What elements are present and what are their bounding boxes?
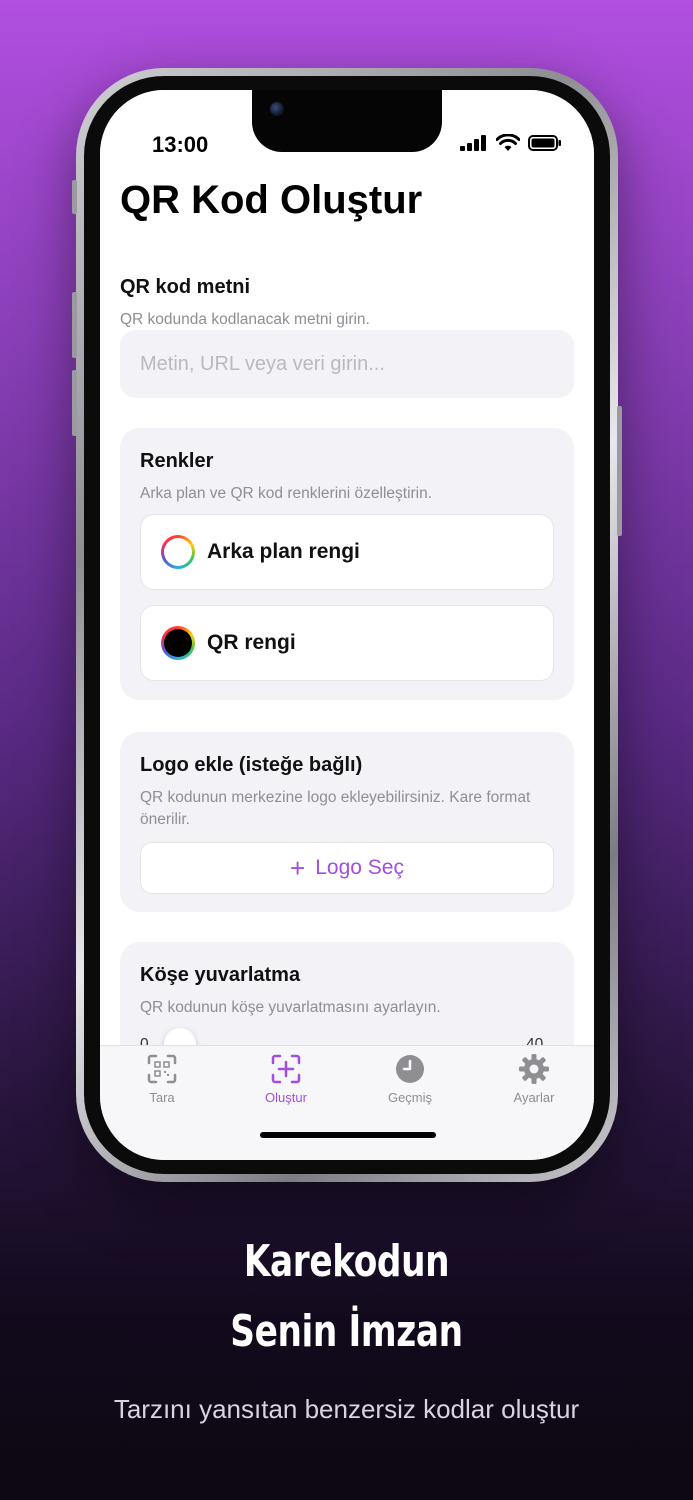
create-screen: QR Kod Oluştur QR kod metni QR kodunda k…	[100, 90, 594, 1045]
logo-card: Logo ekle (isteğe bağlı) QR kodunun merk…	[120, 732, 574, 912]
select-logo-button[interactable]: + Logo Seç	[140, 842, 554, 894]
tab-settings-label: Ayarlar	[513, 1090, 555, 1105]
cellular-signal-icon	[460, 135, 486, 151]
status-icons	[460, 134, 562, 152]
corner-radius-card: Köşe yuvarlatma QR kodunun köşe yuvarlat…	[120, 942, 574, 1045]
background-color-row[interactable]: Arka plan rengi	[140, 514, 554, 590]
qr-text-label: QR kod metni	[120, 276, 251, 298]
tab-history-label: Geçmiş	[387, 1090, 433, 1105]
plus-icon: +	[290, 853, 306, 883]
slider-min-label: 0	[140, 1036, 149, 1045]
background-color-label: Arka plan rengi	[207, 540, 360, 563]
power-button	[617, 406, 622, 536]
volume-up-button	[72, 292, 77, 358]
tab-create[interactable]: Oluştur	[231, 1054, 341, 1105]
clock-icon	[396, 1055, 424, 1083]
tab-create-label: Oluştur	[265, 1090, 307, 1105]
colors-card: Renkler Arka plan ve QR kod renklerini ö…	[120, 428, 574, 700]
battery-icon	[528, 135, 561, 151]
promo-tagline: Tarzını yansıtan benzersiz kodlar oluştu…	[113, 1394, 580, 1424]
tab-scan-label: Tara	[149, 1090, 175, 1105]
tab-settings[interactable]: Ayarlar	[479, 1054, 589, 1105]
logo-subtitle: QR kodunun merkezine logo ekleyebilirsin…	[140, 789, 531, 828]
slider-max-label: 40	[526, 1036, 544, 1045]
color-wheel-icon	[161, 535, 195, 569]
volume-down-button	[72, 370, 77, 436]
select-logo-label: Logo Seç	[315, 856, 404, 879]
phone-frame: QR Kod Oluştur QR kod metni QR kodunda k…	[72, 68, 622, 1182]
colors-title: Renkler	[140, 450, 214, 472]
logo-title: Logo ekle (isteğe bağlı)	[140, 754, 363, 776]
qr-scan-icon	[147, 1054, 177, 1084]
camera-icon	[270, 102, 284, 116]
promo-headline-line1: Karekodun	[243, 1236, 450, 1287]
tab-history[interactable]: Geçmiş	[355, 1054, 465, 1105]
status-time: 13:00	[152, 132, 209, 157]
colors-subtitle: Arka plan ve QR kod renklerini özelleşti…	[140, 485, 433, 502]
qr-color-label: QR rengi	[207, 631, 296, 654]
wifi-icon	[496, 134, 520, 151]
action-button	[72, 180, 77, 214]
promo-headline-line2: Senin İmzan	[230, 1306, 463, 1357]
qr-text-subtitle: QR kodunda kodlanacak metni girin.	[120, 311, 370, 328]
dynamic-island	[252, 90, 442, 152]
color-wheel-icon	[161, 626, 195, 660]
qr-create-icon	[271, 1054, 301, 1084]
qr-color-row[interactable]: QR rengi	[140, 605, 554, 681]
phone-screen: QR Kod Oluştur QR kod metni QR kodunda k…	[100, 90, 594, 1160]
home-indicator	[260, 1132, 436, 1138]
tab-bar: Tara Oluştur Geçmiş Ayarlar	[100, 1045, 594, 1160]
tab-scan[interactable]: Tara	[107, 1054, 217, 1105]
corner-subtitle: QR kodunun köşe yuvarlatmasını ayarlayın…	[140, 999, 441, 1016]
corner-title: Köşe yuvarlatma	[140, 964, 301, 986]
qr-text-input[interactable]: Metin, URL veya veri girin...	[120, 330, 574, 398]
gear-icon	[519, 1054, 549, 1084]
page-title: QR Kod Oluştur	[120, 178, 423, 222]
slider-thumb[interactable]	[164, 1028, 196, 1045]
